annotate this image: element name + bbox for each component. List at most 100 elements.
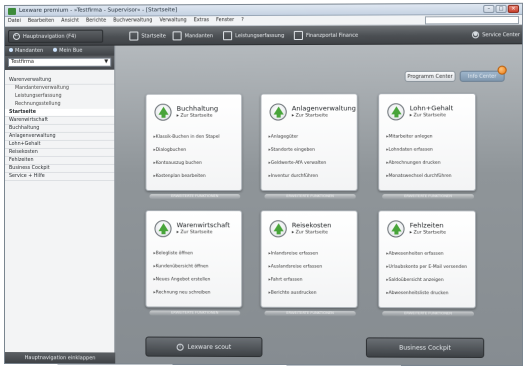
card-action[interactable]: Berichte ausdrucken [269,291,323,304]
card-action[interactable]: Rechnung neu schreiben [153,290,211,303]
window-title: Lexware premium - »Testfirma - Superviso… [18,7,178,14]
sidebar-item-mandantenverwaltung[interactable]: Mandantenverwaltung [5,85,114,93]
sidebar: Mandanten Mein Bue Testfirma ▼ Warenverw… [4,45,116,366]
card-action[interactable]: Urlaubskonto per E-Mail versenden [386,265,467,278]
card-home-link[interactable]: ▸ Zur Startseite [177,230,213,235]
card-action[interactable]: Anlagegüter [269,135,327,148]
card-action[interactable]: Monatswechsel durchführen [386,174,452,187]
menu-datei[interactable]: Datei [8,19,21,24]
card-action[interactable]: Fahrt erfassen [269,278,323,291]
card-action[interactable]: Geldwerte-AfA verwalten [269,161,326,174]
card-action[interactable]: Standorte eingeben [269,148,327,161]
menu-extras[interactable]: Extras [194,18,209,23]
collapse-navigation-button[interactable]: Hauptnavigation einklappen [4,352,116,366]
card-home-link-label: Zur Startseite [295,113,328,119]
tab-programm-center[interactable]: Programm Center [404,70,456,83]
menu-help[interactable]: ? [241,18,244,23]
window-controls: – □ × [483,4,520,14]
app-window: Lexware premium - »Testfirma - Superviso… [3,2,523,366]
card-expand-bar[interactable]: ERWEITERTE FUNKTIONEN [149,310,241,316]
sidebar-tab-mein-buero[interactable]: Mein Bue [53,48,82,54]
card-home-link-label: Zur Startseite [413,230,446,236]
notification-badge-icon [497,65,507,75]
company-select[interactable]: Testfirma ▼ [7,57,112,67]
card-action[interactable]: Inventur durchführen [269,174,327,187]
radio-icon [53,47,58,52]
toolbar-startseite[interactable]: Startseite [129,30,166,41]
card-action[interactable]: Klassik-Buchen in den Stapel [153,135,220,148]
card-expand-bar[interactable]: ERWEITERTE FUNKTIONEN [149,194,241,200]
toolbar-mandanten-label: Mandanten [184,32,214,39]
toolbar-leistungserfassung[interactable]: Leistungserfassung [223,30,284,41]
home-icon [129,31,139,41]
card-action[interactable]: Kundenübersicht öffnen [153,264,210,277]
card-action[interactable]: Dialogbuchen [153,148,219,161]
sidebar-item-leistungserfassung[interactable]: Leistungserfassung [5,93,114,101]
sidebar-tab-mandanten[interactable]: Mandanten [8,48,43,54]
card-action[interactable]: Abrechnungen drucken [386,161,451,174]
card-action[interactable]: Kostenplan bearbeiten [153,174,219,187]
business-cockpit-button[interactable]: Business Cockpit [365,337,485,359]
card-action[interactable]: Mitarbeiter anlegen [386,134,451,147]
menu-berichte[interactable]: Berichte [86,19,106,24]
main-navigation-label: Hauptnavigation (F4) [22,33,77,40]
card-action[interactable]: Abwesenheitsliste drucken [386,291,467,304]
minimize-button[interactable]: – [483,4,495,14]
card-expand-bar[interactable]: ERWEITERTE FUNKTIONEN [382,311,474,317]
sidebar-item-business-cockpit[interactable]: Business Cockpit [4,164,115,173]
card-action[interactable]: Saldoübersicht anzeigen [386,278,467,291]
sidebar-tabs: Mandanten Mein Bue [4,45,115,56]
card-home-link[interactable]: ▸ Zur Startseite [292,113,328,118]
sidebar-item-service-hilfe[interactable]: Service + Hilfe [4,172,115,181]
card-actions: Belegliste öffnen Kundenübersicht öffnen… [153,251,211,303]
card-action[interactable]: Abwesenheiten erfassen [386,252,467,265]
app-logo-icon [7,7,16,15]
arrow-left-icon: ← [12,32,20,40]
sidebar-item-startseite[interactable]: Startseite [4,108,115,117]
card-action[interactable]: Neues Angebot erstellen [153,277,211,290]
card-expand-bar[interactable]: ERWEITERTE FUNKTIONEN [382,194,474,200]
card-home-link[interactable]: ▸ Zur Startseite [292,230,328,235]
card-home-link[interactable]: ▸ Zur Startseite [177,114,213,119]
card-expand-bar[interactable]: ERWEITERTE FUNKTIONEN [264,194,356,200]
company-select-value: Testfirma [10,58,34,65]
arrow-up-icon [387,103,405,121]
card-expand-bar[interactable]: ERWEITERTE FUNKTIONEN [264,310,356,317]
card-action[interactable]: Auslandsreise erfassen [269,265,322,278]
sidebar-item-rechnungsstellung[interactable]: Rechnungsstellung [5,101,114,109]
card-action[interactable]: Kontoauszug buchen [153,161,219,174]
card-action[interactable]: Inlandsreise erfassen [269,251,323,264]
sidebar-tab-mein-buero-label: Mein Bue [59,47,83,54]
lexware-scout-button[interactable]: i Lexware scout [145,336,263,358]
card-home-link[interactable]: ▸ Zur Startseite [410,230,446,235]
document-icon [223,31,233,41]
sidebar-item-fehlzeiten[interactable]: Fehlzeiten [4,156,115,165]
card-action[interactable]: Lohndaten erfassen [386,148,451,161]
card-lohn-gehalt: Lohn+Gehalt ▸ Zur Startseite Mitarbeiter… [378,92,477,200]
sidebar-item-warenwirtschaft[interactable]: Warenwirtschaft [4,116,115,125]
card-actions: Anlagegüter Standorte eingeben Geldwerte… [269,135,327,187]
sidebar-item-lohn-gehalt[interactable]: Lohn+Gehalt [4,140,115,149]
info-icon: i [176,343,184,351]
card-home-link[interactable]: ▸ Zur Startseite [410,113,446,118]
menu-ansicht[interactable]: Ansicht [61,19,79,24]
menu-verwaltung[interactable]: Verwaltung [159,18,186,23]
card-action[interactable]: Belegliste öffnen [153,251,210,264]
sidebar-item-warenverwaltung[interactable]: Warenverwaltung [4,76,115,85]
close-button[interactable]: × [507,4,520,13]
menu-fenster[interactable]: Fenster [216,18,234,23]
sidebar-item-buchhaltung[interactable]: Buchhaltung [4,124,115,133]
toolbar-finanzportal[interactable]: Finanzportal Finance [293,30,358,41]
card-home-link-label: Zur Startseite [180,113,213,119]
maximize-button[interactable]: □ [495,4,507,14]
main-navigation-button[interactable]: ← Hauptnavigation (F4) [7,29,104,43]
sidebar-item-reisekosten[interactable]: Reisekosten [4,148,115,157]
toolbar-service-center[interactable]: ● Service Center [471,29,520,40]
folder-icon [172,31,182,41]
menu-buchverwaltung[interactable]: Buchverwaltung [113,18,152,23]
menu-bearbeiten[interactable]: Bearbeiten [28,19,54,24]
lexware-scout-label: Lexware scout [187,343,232,351]
search-input[interactable] [424,15,520,25]
sidebar-item-anlagenverwaltung[interactable]: Anlagenverwaltung [4,132,115,141]
toolbar-mandanten[interactable]: Mandanten [172,30,214,41]
